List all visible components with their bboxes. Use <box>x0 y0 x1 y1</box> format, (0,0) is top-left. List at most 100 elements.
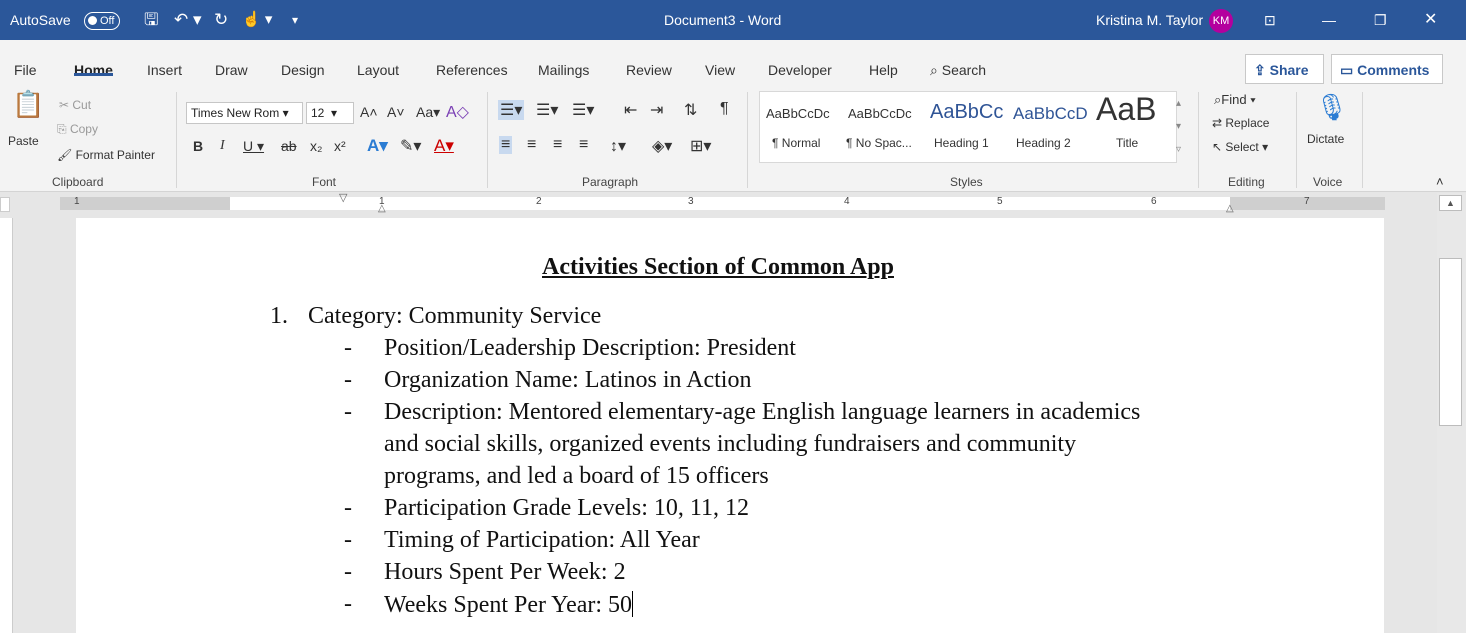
tab-view[interactable]: View <box>705 40 735 84</box>
bullets-icon[interactable]: ☰▾ <box>498 100 525 120</box>
bullet-dash: - <box>344 335 352 361</box>
style-heading1-label[interactable]: Heading 1 <box>934 136 989 150</box>
increase-indent-icon[interactable]: ⇥ <box>650 100 663 120</box>
shading-icon[interactable]: ◈▾ <box>652 136 672 156</box>
italic-icon[interactable]: I <box>220 138 225 154</box>
ribbon-display-icon[interactable]: ⊡ <box>1264 0 1276 40</box>
tab-layout[interactable]: Layout <box>357 40 399 84</box>
borders-icon[interactable]: ⊞▾ <box>690 136 711 156</box>
minimize-icon[interactable]: — <box>1322 0 1336 40</box>
scroll-up-icon[interactable]: ▲ <box>1439 195 1462 211</box>
restore-icon[interactable]: ❐ <box>1374 0 1387 40</box>
tab-mailings[interactable]: Mailings <box>538 40 589 84</box>
copy-button[interactable]: ⎘ Copy <box>57 122 98 137</box>
save-icon[interactable]: 🖫 <box>144 0 158 40</box>
tab-references[interactable]: References <box>436 40 508 84</box>
divider <box>1362 92 1363 188</box>
underline-icon[interactable]: U ▾ <box>243 138 264 155</box>
tab-insert[interactable]: Insert <box>147 40 182 84</box>
ruler-number: 5 <box>997 196 1003 207</box>
list-item-continued: programs, and led a board of 15 officers <box>384 463 769 489</box>
cut-button[interactable]: ✂ Cut <box>59 98 91 112</box>
strikethrough-icon[interactable]: ab <box>281 138 297 154</box>
customize-qat-icon[interactable]: ▾ <box>292 0 298 40</box>
undo-icon[interactable]: ↶ ▾ <box>174 0 202 40</box>
right-indent-marker[interactable]: △ <box>1226 203 1234 214</box>
bullet-dash: - <box>344 367 352 393</box>
ruler-number: 4 <box>844 196 850 207</box>
dictate-button[interactable]: Dictate <box>1307 132 1344 146</box>
highlight-icon[interactable]: ✎▾ <box>400 136 421 156</box>
tab-developer[interactable]: Developer <box>768 40 832 84</box>
style-no-spacing-preview[interactable]: AaBbCcDc <box>848 106 912 121</box>
replace-button[interactable]: ⇄ Replace <box>1212 116 1269 130</box>
redo-icon[interactable]: ↻ <box>214 0 228 40</box>
autosave-label: AutoSave <box>10 12 71 28</box>
list-item: Hours Spent Per Week: 2 <box>384 559 626 585</box>
scrollbar-thumb[interactable] <box>1439 258 1462 426</box>
style-normal-preview[interactable]: AaBbCcDc <box>766 106 830 121</box>
microphone-icon[interactable]: 🎙 <box>1315 92 1348 123</box>
document-title: Activities Section of Common App <box>542 254 894 280</box>
justify-icon[interactable]: ≡ <box>579 136 588 154</box>
user-name[interactable]: Kristina M. Taylor <box>1096 0 1203 40</box>
search-icon: ⌕ <box>930 62 938 78</box>
select-button[interactable]: ↖ Select ▾ <box>1212 140 1268 154</box>
style-title-label[interactable]: Title <box>1116 136 1138 150</box>
search-box[interactable]: ⌕ Search <box>930 40 986 84</box>
text-cursor <box>632 591 634 617</box>
ruler: 1 1 2 3 4 5 6 7 ▽ △ △ <box>0 191 1466 215</box>
style-heading2-label[interactable]: Heading 2 <box>1016 136 1071 150</box>
superscript-icon[interactable]: x² <box>334 138 346 154</box>
comments-button[interactable]: ▭ Comments <box>1331 54 1443 84</box>
font-name-select[interactable]: Times New Rom ▾ <box>186 102 303 124</box>
paste-button[interactable]: Paste <box>8 134 39 148</box>
collapse-ribbon-icon[interactable]: ˄ <box>1436 174 1444 189</box>
line-spacing-icon[interactable]: ↕▾ <box>610 136 626 156</box>
autosave-toggle[interactable]: Off <box>84 0 121 40</box>
style-heading2-preview[interactable]: AaBbCcD <box>1013 104 1088 124</box>
font-size-select[interactable]: 12 ▾ <box>306 102 354 124</box>
show-marks-icon[interactable]: ¶ <box>720 100 729 118</box>
tab-design[interactable]: Design <box>281 40 325 84</box>
subscript-icon[interactable]: x₂ <box>310 138 322 154</box>
clipboard-group-label: Clipboard <box>52 175 104 189</box>
grow-font-icon[interactable]: A˄ <box>360 104 378 120</box>
style-heading1-preview[interactable]: AaBbCc <box>930 101 1003 124</box>
multilevel-list-icon[interactable]: ☰▾ <box>572 100 594 120</box>
clear-formatting-icon[interactable]: A◇ <box>446 102 469 122</box>
first-line-indent-marker[interactable]: ▽ <box>339 191 347 204</box>
numbering-icon[interactable]: ☰▾ <box>536 100 558 120</box>
style-normal-label[interactable]: ¶ Normal <box>772 136 820 150</box>
sort-icon[interactable]: ⇅ <box>684 100 697 120</box>
style-no-spacing-label[interactable]: ¶ No Spac... <box>846 136 912 150</box>
decrease-indent-icon[interactable]: ⇤ <box>624 100 637 120</box>
text-effects-icon[interactable]: A▾ <box>367 136 388 156</box>
align-right-icon[interactable]: ≡ <box>553 136 562 154</box>
hanging-indent-marker[interactable]: △ <box>378 203 386 214</box>
tab-review[interactable]: Review <box>626 40 672 84</box>
tab-draw[interactable]: Draw <box>215 40 248 84</box>
align-center-icon[interactable]: ≡ <box>527 136 536 154</box>
find-button[interactable]: ⌕Find ▾ <box>1214 92 1256 108</box>
shrink-font-icon[interactable]: A˅ <box>387 104 405 120</box>
divider <box>487 92 488 188</box>
bold-icon[interactable]: B <box>193 138 203 154</box>
change-case-button[interactable]: Aa▾ <box>416 104 440 121</box>
share-button[interactable]: ⇪ Share <box>1245 54 1324 84</box>
tab-help[interactable]: Help <box>869 40 898 84</box>
tab-file[interactable]: File <box>14 40 37 84</box>
close-icon[interactable]: ✕ <box>1424 0 1437 40</box>
divider <box>1296 92 1297 188</box>
bullet-dash: - <box>344 591 352 617</box>
align-left-icon[interactable]: ≡ <box>499 136 513 154</box>
tab-selector[interactable] <box>0 197 10 212</box>
tab-home[interactable]: Home <box>74 40 113 84</box>
styles-scroll-icon[interactable]: ▴ ▾ ▿ <box>1176 92 1181 161</box>
font-color-icon[interactable]: A▾ <box>434 136 454 156</box>
avatar[interactable]: KM <box>1209 0 1233 40</box>
style-title-preview[interactable]: AaB <box>1096 91 1156 128</box>
paste-icon[interactable]: 📋 <box>12 91 44 117</box>
format-painter-button[interactable]: 🖌 Format Painter <box>57 148 155 162</box>
touch-mode-icon[interactable]: ☝ ▾ <box>242 0 272 40</box>
